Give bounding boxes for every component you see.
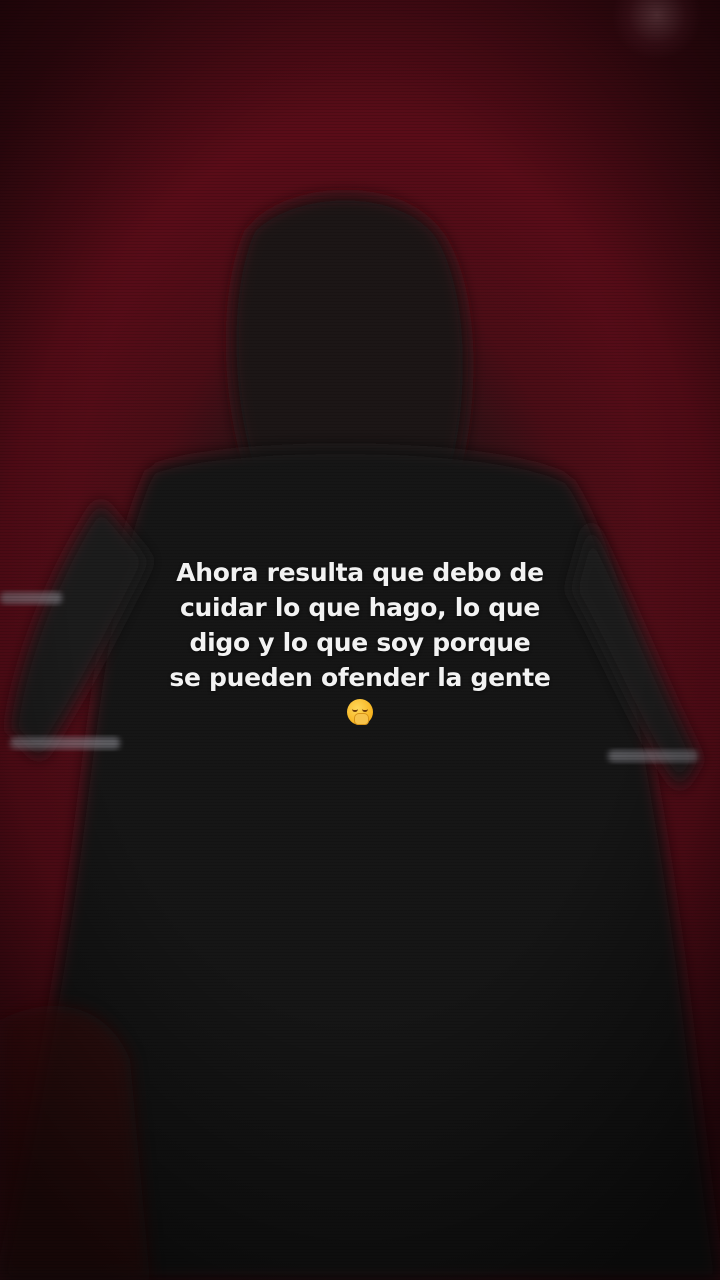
- caption-line: Ahora resulta que debo de: [176, 558, 544, 587]
- caption-line: digo y lo que soy porque: [189, 628, 531, 657]
- emoji-eye: [352, 708, 358, 712]
- yawning-face-icon: [347, 699, 373, 725]
- caption-text: Ahora resulta que debo de cuidar lo que …: [160, 555, 560, 734]
- emoji-hand: [354, 713, 369, 725]
- caption-line: se pueden ofender la gente: [169, 663, 551, 692]
- emoji-eye: [362, 708, 368, 712]
- caption-line: cuidar lo que hago, lo que: [179, 593, 541, 622]
- photo-background: Ahora resulta que debo de cuidar lo que …: [0, 0, 720, 1280]
